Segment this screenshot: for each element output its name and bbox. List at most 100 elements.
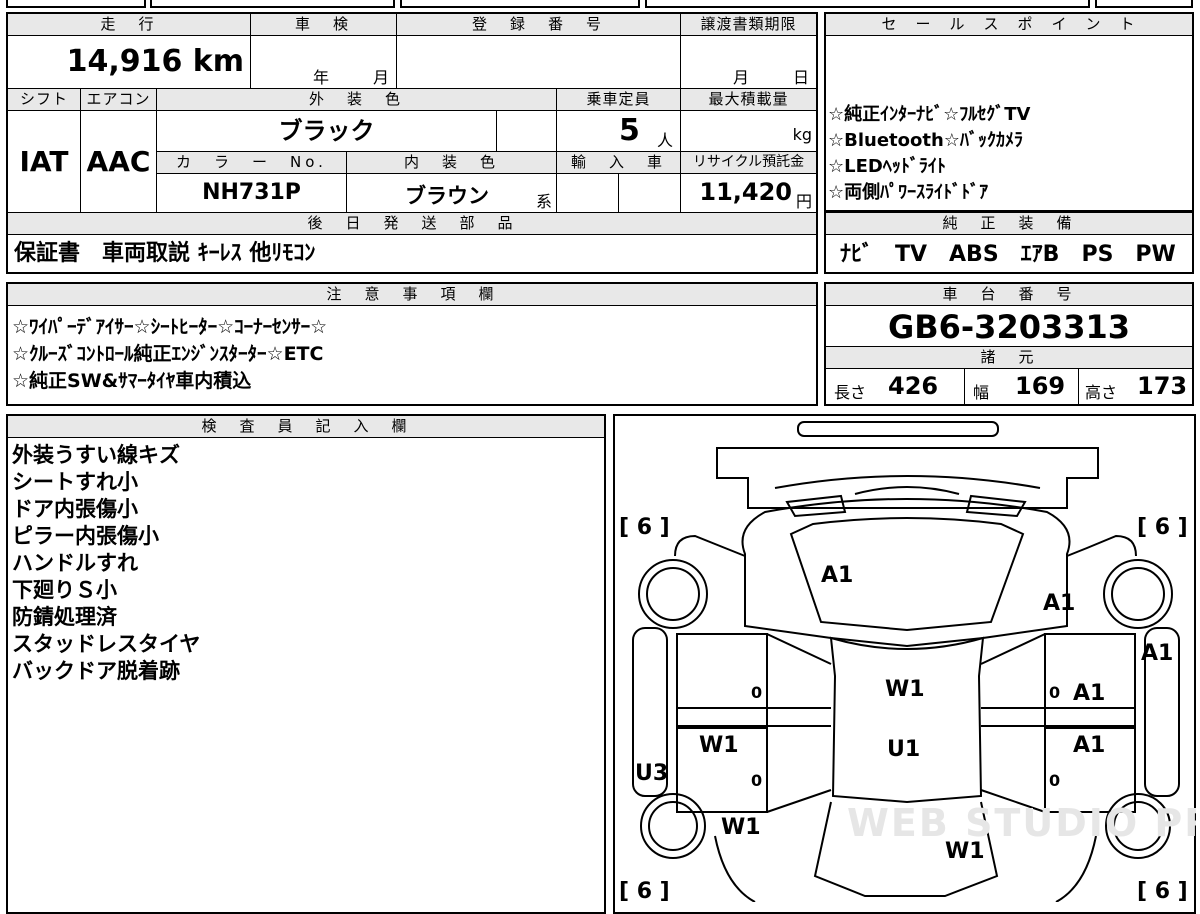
inspector-line: 外装うすい線キズ [12, 443, 180, 467]
genuine-equipment-box: 純 正 装 備 ﾅﾋﾞ TV ABS ｴｱB PS PW [824, 212, 1194, 274]
max-load-unit: kg [792, 125, 812, 144]
inspector-line: スタッドレスタイヤ [12, 632, 201, 656]
top-strip [0, 0, 1200, 8]
tire-mark-front-left: [ 6 ] [619, 515, 670, 540]
sales-point-line: ☆Bluetooth☆ﾊﾞｯｸｶﾒﾗ [828, 130, 1023, 151]
inspector-line: バックドア脱着跡 [12, 659, 180, 683]
capacity-number: 5 [619, 113, 640, 148]
import-label: 輸 入 車 [556, 152, 680, 174]
width-cell: 幅 169 [964, 369, 1078, 404]
registration-label: 登 録 番 号 [396, 14, 680, 36]
vehicle-info-table: 走 行 車 検 登 録 番 号 譲渡書類期限 14,916 km 年 月 月 日… [6, 12, 818, 274]
length-cell: 長さ 426 [826, 369, 964, 404]
transfer-deadline-label: 譲渡書類期限 [680, 14, 816, 36]
inspection-value: 年 月 [250, 36, 396, 88]
mark-right-rear-door: A1 [1073, 733, 1105, 758]
capacity-unit: 人 [657, 131, 674, 150]
zero-mark: 0 [1049, 683, 1060, 702]
capacity-label: 乗車定員 [556, 89, 680, 111]
tire-mark-rear-right: [ 6 ] [1137, 879, 1188, 902]
shift-value: IAT [19, 145, 69, 178]
transfer-month-unit: 月 [733, 68, 750, 87]
mileage-label: 走 行 [8, 14, 250, 36]
interior-color-text: ブラウン [405, 184, 489, 208]
chassis-box: 車 台 番 号 GB6-3203313 諸 元 長さ 426 幅 169 高さ … [824, 282, 1194, 406]
dimensions-label: 諸 元 [826, 347, 1192, 369]
color-no-label: カ ラ ー No. [156, 152, 346, 174]
later-parts-value: 保証書 車両取説 ｷｰﾚｽ 他ﾘﾓｺﾝ [14, 241, 316, 266]
registration-value [396, 36, 680, 88]
interior-color-value: ブラウン 系 [346, 174, 556, 212]
genuine-equipment-label: 純 正 装 備 [826, 213, 1192, 235]
notes-box: 注 意 事 項 欄 ☆ﾜｲﾊﾟｰﾃﾞｱｲｻｰ☆ｼｰﾄﾋｰﾀｰ☆ｺｰﾅｰｾﾝｻｰ☆… [6, 282, 818, 406]
zero-mark: 0 [751, 771, 762, 790]
import-value [556, 174, 618, 212]
mileage-value: 14,916 km [66, 44, 244, 79]
transfer-deadline-value: 月 日 [680, 36, 816, 88]
notes-label: 注 意 事 項 欄 [8, 284, 816, 306]
inspection-month-unit: 月 [373, 68, 390, 87]
note-line: ☆ﾜｲﾊﾟｰﾃﾞｱｲｻｰ☆ｼｰﾄﾋｰﾀｰ☆ｺｰﾅｰｾﾝｻｰ☆ [12, 316, 328, 338]
sales-point-line: ☆LEDﾍｯﾄﾞﾗｲﾄ [828, 156, 946, 177]
note-line: ☆純正SW&ｻﾏｰﾀｲﾔ車内積込 [12, 370, 252, 392]
inspector-line: 防錆処理済 [12, 605, 117, 629]
exterior-color-value: ブラック [156, 111, 496, 151]
width-value: 169 [1015, 372, 1066, 400]
height-value: 173 [1137, 372, 1188, 400]
mark-left-rear-quarter: W1 [721, 815, 761, 840]
recycle-label: リサイクル預託金 [680, 152, 816, 174]
recycle-value: 11,420 円 [680, 174, 816, 212]
shift-label: シフト [8, 89, 80, 111]
recycle-unit: 円 [795, 192, 812, 211]
note-line: ☆ｸﾙｰｽﾞｺﾝﾄﾛｰﾙ純正ｴﾝｼﾞﾝｽﾀｰﾀｰ☆ETC [12, 343, 324, 365]
genuine-equipment-value: ﾅﾋﾞ TV ABS ｴｱB PS PW [840, 242, 1176, 267]
height-label: 高さ [1085, 383, 1118, 402]
inspector-line: ハンドルすれ [12, 551, 138, 575]
notes-list: ☆ﾜｲﾊﾟｰﾃﾞｱｲｻｰ☆ｼｰﾄﾋｰﾀｰ☆ｺｰﾅｰｾﾝｻｰ☆ ☆ｸﾙｰｽﾞｺﾝﾄ… [12, 314, 812, 395]
length-value: 426 [888, 372, 939, 400]
interior-color-suffix: 系 [535, 192, 552, 211]
mark-left-rear-door: W1 [699, 733, 739, 758]
height-cell: 高さ 173 [1078, 369, 1192, 404]
inspector-box: 検 査 員 記 入 欄 外装うすい線キズ シートすれ小 ドア内張傷小 ピラー内張… [6, 414, 606, 914]
width-label: 幅 [973, 383, 990, 402]
inspection-year-unit: 年 [313, 68, 330, 87]
sales-point-line: ☆両側ﾊﾟﾜｰｽﾗｲﾄﾞﾄﾞｱ [828, 182, 989, 203]
mark-front-right-fender: A1 [1043, 591, 1075, 616]
length-label: 長さ [834, 383, 867, 402]
inspector-label: 検 査 員 記 入 欄 [8, 416, 604, 438]
exterior-color-label: 外 装 色 [156, 89, 556, 111]
inspection-label: 車 検 [250, 14, 396, 36]
mark-left-sill: U3 [635, 761, 668, 786]
color-no-value: NH731P [156, 174, 346, 212]
inspector-line: ピラー内張傷小 [12, 524, 159, 548]
inspector-line: シートすれ小 [12, 470, 138, 494]
mark-right-front-door: A1 [1073, 681, 1105, 706]
mark-windshield: A1 [821, 563, 853, 588]
later-parts-label: 後 日 発 送 部 品 [8, 213, 816, 235]
watermark: WEB STUDIO PRO [847, 801, 1196, 845]
mark-roof: U1 [887, 737, 920, 762]
sales-points-box: セ ー ル ス ポ イ ン ト ☆純正ｲﾝﾀｰﾅﾋﾞ☆ﾌﾙｾｸﾞTV ☆Blue… [824, 12, 1194, 212]
recycle-amount: 11,420 [699, 178, 792, 206]
max-load-value: kg [680, 111, 816, 151]
chassis-label: 車 台 番 号 [826, 284, 1192, 306]
sales-point-line: ☆純正ｲﾝﾀｰﾅﾋﾞ☆ﾌﾙｾｸﾞTV [828, 104, 1031, 125]
inspector-list: 外装うすい線キズ シートすれ小 ドア内張傷小 ピラー内張傷小 ハンドルすれ 下廻… [12, 442, 592, 685]
zero-mark: 0 [751, 683, 762, 702]
zero-mark: 0 [1049, 771, 1060, 790]
inspector-line: ドア内張傷小 [12, 497, 138, 521]
car-diagram: [ 6 ] [ 6 ] [ 6 ] [ 6 ] A1 A1 A1 A1 A1 W… [619, 421, 1196, 902]
sales-points-list: ☆純正ｲﾝﾀｰﾅﾋﾞ☆ﾌﾙｾｸﾞTV ☆Bluetooth☆ﾊﾞｯｸｶﾒﾗ ☆L… [828, 102, 1190, 206]
ac-value: AAC [80, 111, 156, 212]
tire-mark-rear-left: [ 6 ] [619, 879, 670, 902]
mark-roof-front: W1 [885, 677, 925, 702]
sales-points-label: セ ー ル ス ポ イ ン ト [826, 14, 1192, 36]
interior-color-label: 内 装 色 [346, 152, 556, 174]
ac-label: エアコン [80, 89, 156, 111]
transfer-day-unit: 日 [793, 68, 810, 87]
max-load-label: 最大積載量 [680, 89, 816, 111]
car-diagram-box: [ 6 ] [ 6 ] [ 6 ] [ 6 ] A1 A1 A1 A1 A1 W… [613, 414, 1196, 914]
capacity-value: 5 人 [556, 111, 680, 151]
chassis-value: GB6-3203313 [887, 308, 1131, 346]
